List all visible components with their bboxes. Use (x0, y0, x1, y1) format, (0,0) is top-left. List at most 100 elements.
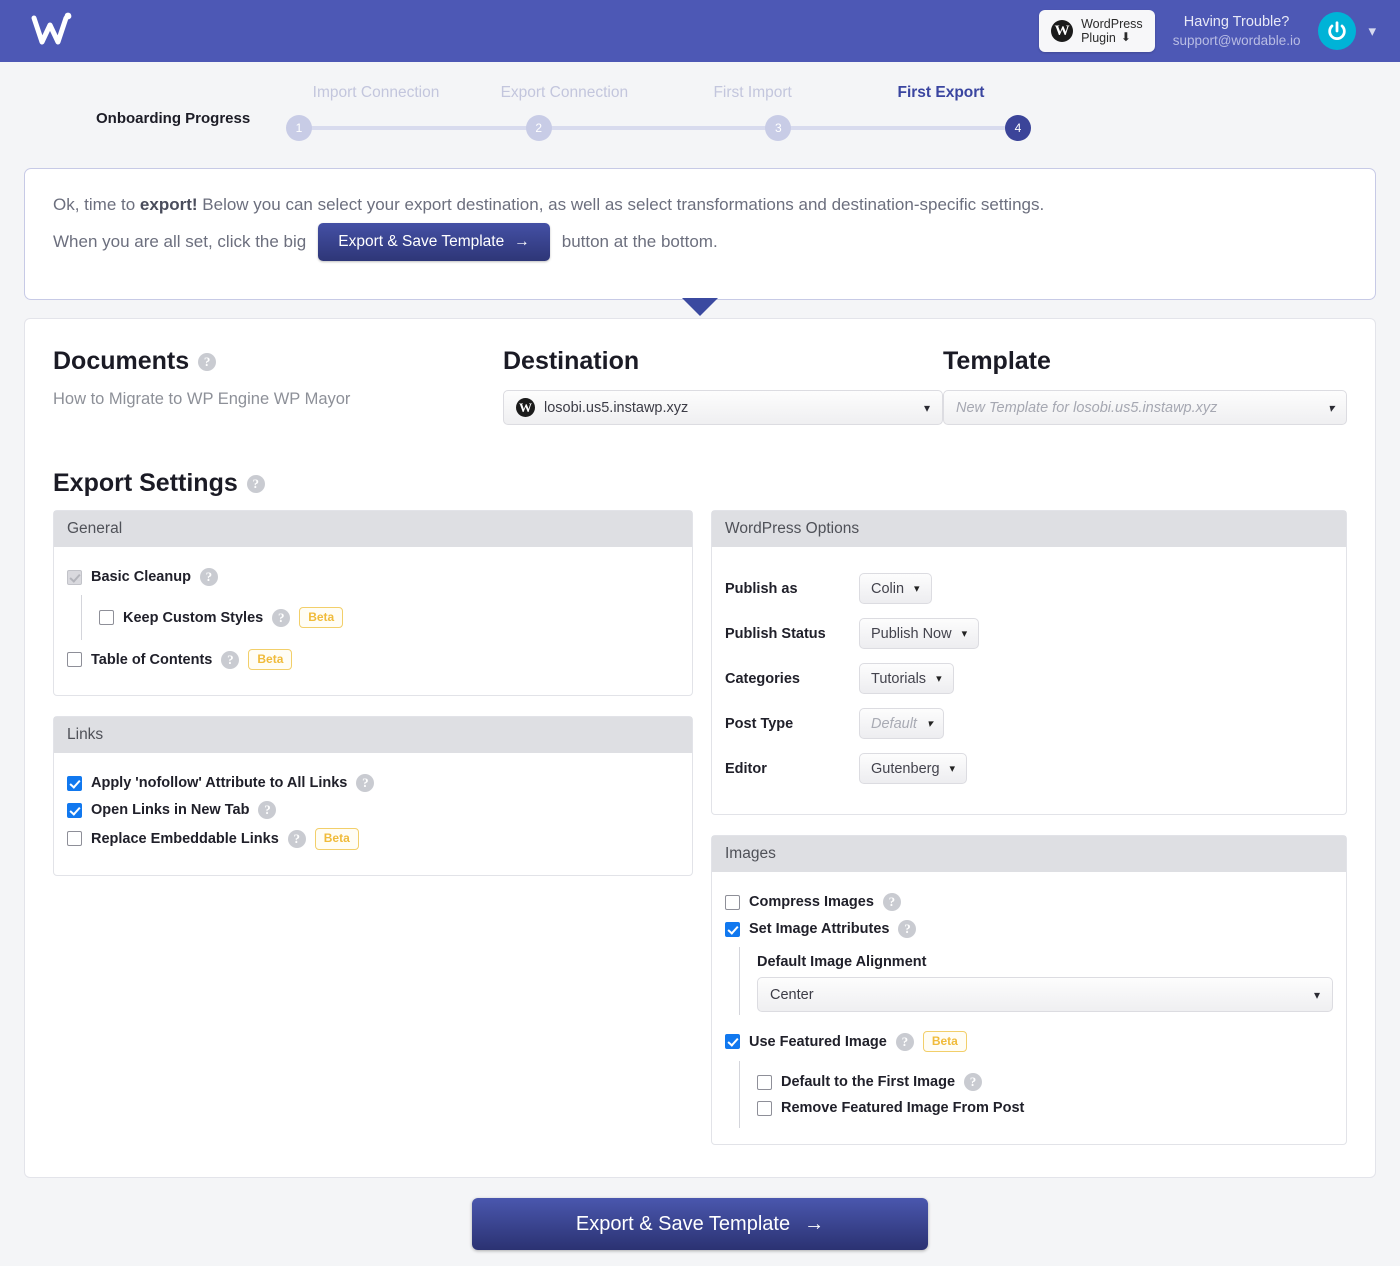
export-save-template-button-inline[interactable]: Export & Save Template → (318, 223, 550, 261)
checkbox-row-remove-featured-image[interactable]: Remove Featured Image From Post (757, 1100, 1333, 1116)
value-post-type: Default (871, 715, 917, 732)
document-name: How to Migrate to WP Engine WP Mayor (53, 390, 351, 408)
checkbox-row-replace-embeddable-links[interactable]: Replace Embeddable Links ? Beta (67, 828, 679, 850)
destination-title: Destination (503, 347, 640, 375)
checkbox-row-apply-nofollow[interactable]: Apply 'nofollow' Attribute to All Links … (67, 774, 679, 793)
checkbox-row-default-first-image[interactable]: Default to the First Image ? (757, 1073, 1333, 1092)
row-editor: Editor Gutenberg ▾ (725, 753, 1333, 784)
destination-select[interactable]: W losobi.us5.instawp.xyz ▾ (503, 390, 943, 425)
select-editor[interactable]: Gutenberg ▾ (859, 753, 968, 784)
onboarding-progress-section: Onboarding Progress Import Connection Ex… (0, 62, 1400, 168)
top-selectors-row: Documents ? How to Migrate to WP Engine … (53, 347, 1347, 425)
help-icon[interactable]: ? (356, 774, 375, 793)
image-attributes-children: Default Image Alignment Center ▾ (739, 947, 1333, 1015)
export-save-template-button[interactable]: Export & Save Template → (472, 1198, 928, 1250)
notice-text-e: button at the bottom. (561, 232, 718, 251)
help-icon[interactable]: ? (882, 893, 901, 911)
template-select[interactable]: New Template for losobi.us5.instawp.xyz … (943, 390, 1347, 425)
label-remove-featured-image: Remove Featured Image From Post (781, 1100, 1025, 1117)
checkbox-default-first-image[interactable] (757, 1074, 772, 1090)
wordpress-plugin-button[interactable]: W WordPress Plugin ⬇ (1039, 9, 1155, 53)
checkbox-replace-embeddable-links[interactable] (67, 831, 82, 847)
wordpress-plugin-label: WordPress Plugin ⬇ (1081, 17, 1143, 46)
wordpress-icon: W (516, 398, 535, 417)
notice-text-export-bold: export! (139, 195, 198, 214)
destination-column: Destination W losobi.us5.instawp.xyz ▾ (503, 347, 943, 425)
export-configuration-card: Documents ? How to Migrate to WP Engine … (24, 318, 1376, 1178)
links-panel-heading: Links (54, 717, 692, 754)
help-icon[interactable]: ? (895, 1032, 914, 1051)
step-dot-2[interactable]: 2 (525, 115, 552, 141)
select-publish-status[interactable]: Publish Now ▾ (859, 618, 980, 649)
label-keep-custom-styles: Keep Custom Styles (123, 609, 264, 626)
checkbox-row-use-featured-image[interactable]: Use Featured Image ? Beta (725, 1031, 1333, 1053)
wp-plugin-line1: WordPress (1081, 16, 1143, 31)
label-table-of-contents: Table of Contents (91, 651, 213, 668)
documents-title: Documents (53, 347, 190, 375)
checkbox-apply-nofollow[interactable] (67, 775, 82, 791)
step-dot-3[interactable]: 3 (765, 115, 792, 141)
checkbox-table-of-contents[interactable] (67, 652, 82, 668)
checkbox-row-set-image-attributes[interactable]: Set Image Attributes ? (725, 920, 1333, 938)
template-heading: Template (943, 347, 1347, 376)
chevron-down-icon: ▾ (949, 763, 956, 775)
select-publish-as[interactable]: Colin ▾ (859, 573, 932, 604)
help-icon[interactable]: ? (199, 568, 218, 586)
checkbox-row-keep-custom-styles[interactable]: Keep Custom Styles ? Beta (99, 607, 679, 629)
inline-button-label: Export & Save Template (338, 233, 505, 250)
help-icon[interactable]: ? (258, 801, 277, 820)
images-panel: Images Compress Images ? Set Image Attri… (711, 835, 1347, 1146)
export-button-label: Export & Save Template (575, 1212, 791, 1235)
notice-line-1: Ok, time to export! Below you can select… (53, 195, 1347, 215)
checkbox-row-basic-cleanup[interactable]: Basic Cleanup ? (67, 568, 679, 586)
checkbox-row-open-links-new-tab[interactable]: Open Links in New Tab ? (67, 801, 679, 820)
support-email-link[interactable]: support@wordable.io (1173, 32, 1301, 50)
basic-cleanup-children: Keep Custom Styles ? Beta (81, 595, 679, 641)
checkbox-open-links-new-tab[interactable] (67, 802, 82, 818)
chevron-down-icon: ▾ (936, 673, 942, 685)
help-icon[interactable]: ? (221, 650, 240, 669)
row-categories: Categories Tutorials ▾ (725, 663, 1333, 694)
right-settings-column: WordPress Options Publish as Colin ▾ Pub… (711, 510, 1347, 1165)
wordpress-options-panel: WordPress Options Publish as Colin ▾ Pub… (711, 510, 1347, 815)
help-icon[interactable]: ? (272, 608, 291, 627)
having-trouble-label: Having Trouble? (1183, 13, 1290, 30)
wordable-logo[interactable] (30, 10, 82, 52)
download-icon: ⬇ (1120, 30, 1131, 45)
help-icon[interactable]: ? (246, 474, 265, 493)
select-categories[interactable]: Tutorials ▾ (859, 663, 954, 694)
label-default-image-alignment: Default Image Alignment (757, 954, 927, 970)
label-categories: Categories (725, 670, 800, 687)
avatar[interactable] (1318, 12, 1357, 50)
checkbox-set-image-attributes[interactable] (725, 921, 740, 937)
checkbox-use-featured-image[interactable] (725, 1034, 740, 1050)
account-chevron-down-icon[interactable]: ▾ (1368, 22, 1376, 40)
checkbox-row-compress-images[interactable]: Compress Images ? (725, 893, 1333, 911)
chevron-down-icon: ▾ (923, 400, 930, 415)
top-header-bar: W WordPress Plugin ⬇ Having Trouble? sup… (0, 0, 1400, 62)
checkbox-remove-featured-image[interactable] (757, 1100, 772, 1116)
select-default-image-alignment[interactable]: Center ▾ (757, 977, 1333, 1012)
step-dot-4[interactable]: 4 (1004, 115, 1031, 141)
export-intro-notice: Ok, time to export! Below you can select… (24, 168, 1376, 316)
arrow-right-icon: → (804, 1212, 825, 1235)
step-label-import-connection: Import Connection (312, 84, 440, 101)
beta-badge: Beta (299, 607, 344, 629)
help-icon[interactable]: ? (287, 829, 306, 848)
step-dot-1[interactable]: 1 (286, 115, 312, 141)
notice-pointer-triangle (682, 298, 718, 316)
help-icon[interactable]: ? (198, 352, 217, 371)
checkbox-row-table-of-contents[interactable]: Table of Contents ? Beta (67, 649, 679, 671)
value-publish-as: Colin (871, 580, 905, 597)
select-post-type[interactable]: Default ▾ (859, 708, 945, 739)
help-icon[interactable]: ? (964, 1073, 983, 1092)
notice-text-a: Ok, time to (53, 195, 136, 214)
checkbox-keep-custom-styles[interactable] (99, 610, 114, 626)
chevron-down-icon: ▾ (926, 718, 933, 730)
beta-badge: Beta (314, 828, 359, 850)
checkbox-basic-cleanup (67, 569, 82, 585)
links-panel-body: Apply 'nofollow' Attribute to All Links … (54, 753, 692, 874)
help-icon[interactable]: ? (898, 920, 917, 938)
checkbox-compress-images[interactable] (725, 894, 740, 910)
beta-badge: Beta (248, 649, 293, 671)
